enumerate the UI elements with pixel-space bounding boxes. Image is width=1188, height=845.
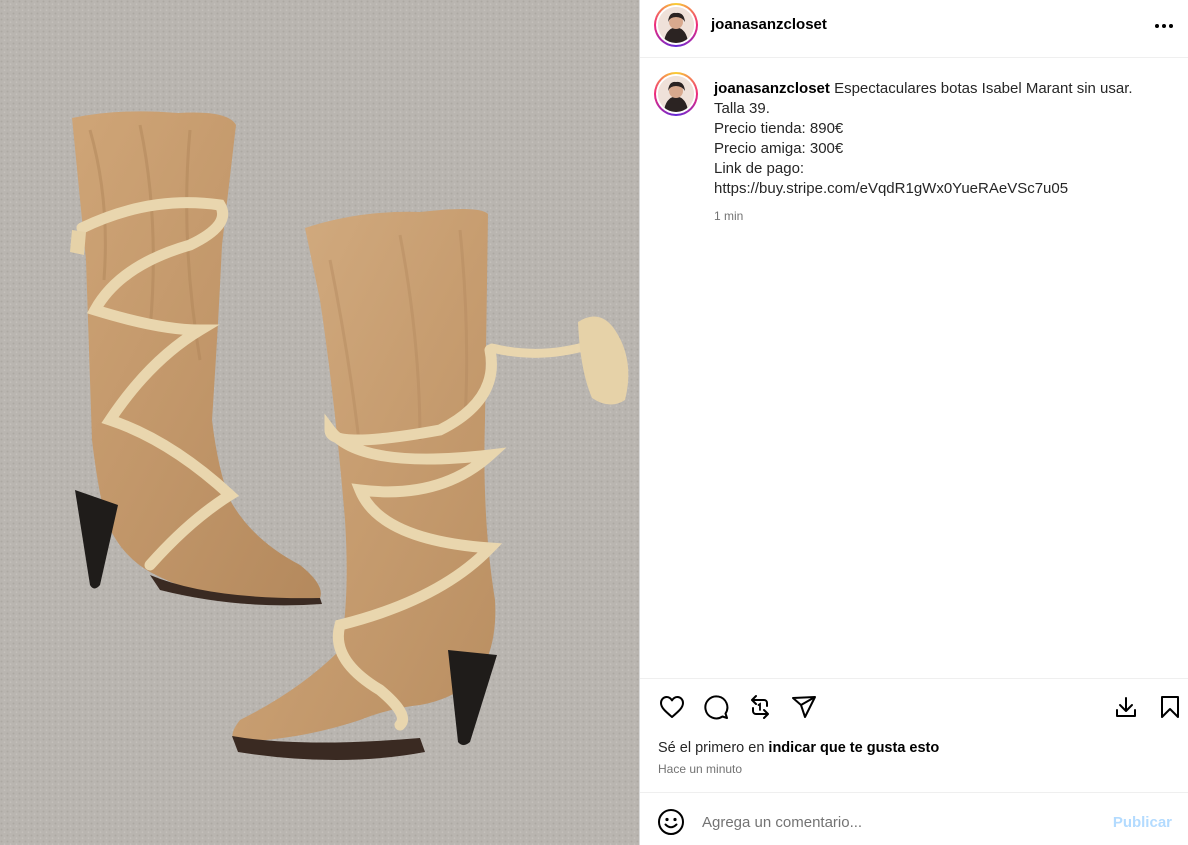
post-side-panel: joanasanzcloset joanasanzcloset Espectac…	[639, 0, 1188, 845]
profile-picture-icon	[658, 7, 694, 43]
payment-link: https://buy.stripe.com/eVqdR1gWx0YueRAeV…	[714, 180, 1069, 197]
caption-line: Talla 39.	[714, 100, 770, 117]
caption-line: Link de pago:	[714, 160, 805, 177]
post-timestamp: Hace un minuto	[658, 762, 743, 776]
likes-prefix: Sé el primero en	[658, 740, 769, 756]
save-button[interactable]	[1156, 693, 1184, 721]
bookmark-icon	[1161, 696, 1179, 718]
publish-button[interactable]: Publicar	[1113, 814, 1172, 831]
caption-timestamp: 1 min	[714, 209, 744, 223]
post-username[interactable]: joanasanzcloset	[711, 16, 827, 33]
likes-summary: Sé el primero en indicar que te gusta es…	[658, 740, 939, 756]
caption-line: Precio amiga: 300€	[714, 140, 844, 157]
caption-avatar[interactable]	[654, 72, 698, 116]
boots-photo	[0, 0, 639, 845]
caption-text: joanasanzcloset Espectaculares botas Isa…	[714, 79, 1174, 226]
repost-button[interactable]	[746, 693, 774, 721]
be-first-to-like-link[interactable]: indicar que te gusta esto	[768, 740, 939, 756]
download-icon	[1116, 697, 1136, 717]
emoji-button[interactable]	[657, 808, 685, 836]
caption-line: Espectaculares botas Isabel Marant sin u…	[834, 80, 1133, 97]
caption-username[interactable]: joanasanzcloset	[714, 80, 830, 97]
post-header: joanasanzcloset	[640, 0, 1188, 58]
heart-icon	[660, 696, 684, 718]
share-button[interactable]	[790, 693, 818, 721]
repost-icon	[751, 695, 769, 719]
comment-button[interactable]	[702, 693, 730, 721]
profile-picture-icon	[658, 76, 694, 112]
comment-input[interactable]	[702, 807, 1082, 837]
like-button[interactable]	[658, 693, 686, 721]
comment-bar: Publicar	[640, 792, 1188, 845]
more-horizontal-icon	[1155, 24, 1173, 28]
smiley-icon	[658, 809, 684, 835]
download-button[interactable]	[1112, 693, 1140, 721]
paper-plane-icon	[792, 696, 816, 718]
post-image[interactable]	[0, 0, 639, 845]
more-options-button[interactable]	[1149, 14, 1179, 38]
comment-bubble-icon	[704, 695, 729, 720]
post-actions	[640, 678, 1188, 736]
avatar[interactable]	[654, 3, 698, 47]
caption-line: Precio tienda: 890€	[714, 120, 844, 137]
